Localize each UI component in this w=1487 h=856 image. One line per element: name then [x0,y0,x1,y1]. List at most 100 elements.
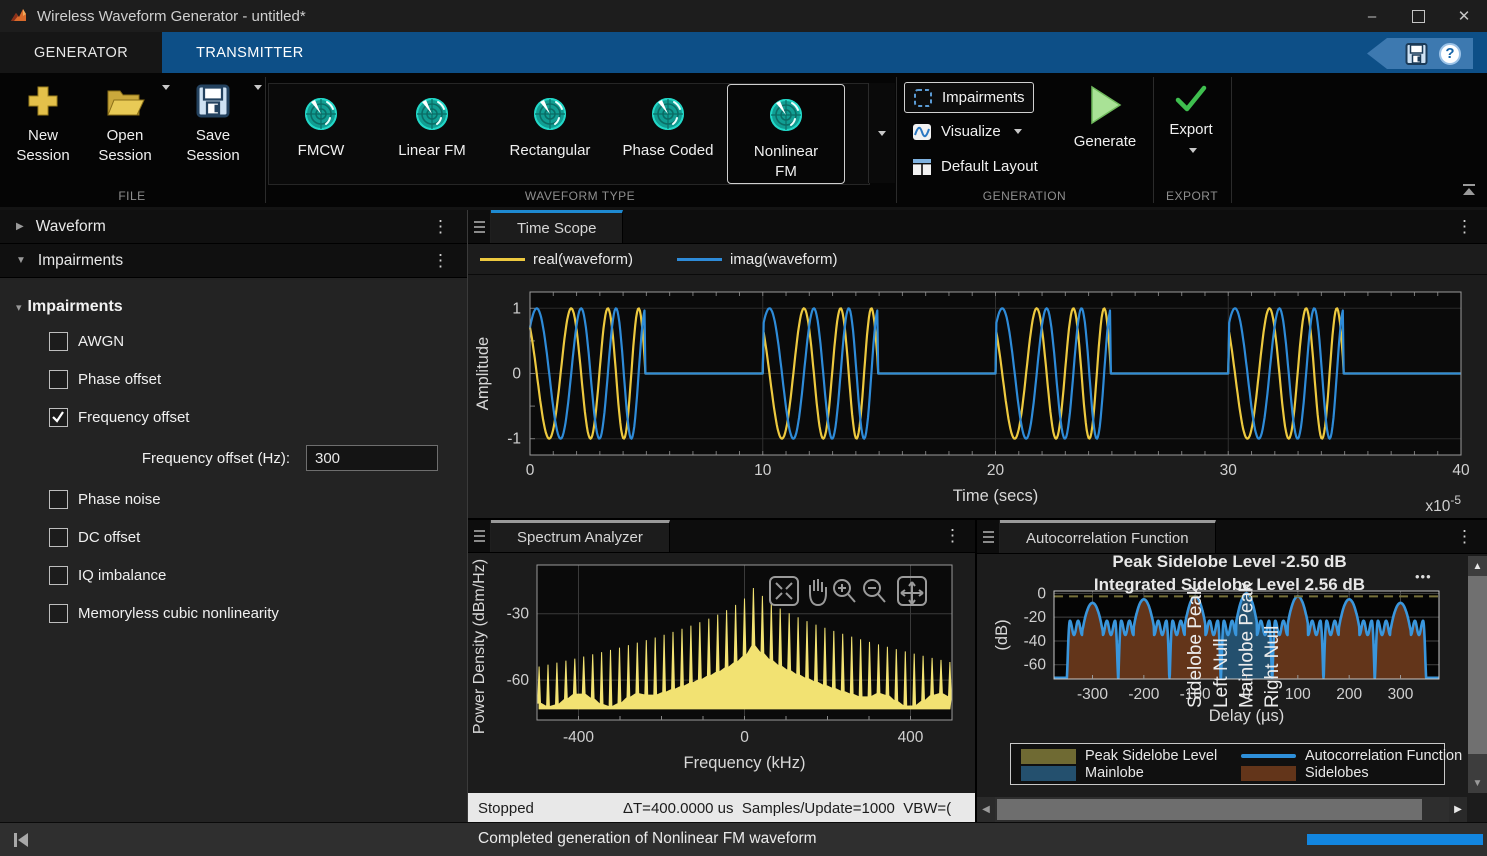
maximize-button[interactable] [1395,0,1441,32]
checkbox-awgn[interactable]: AWGN [0,322,467,360]
checkbox-phase-offset[interactable]: Phase offset [0,360,467,398]
ribbon-tab-row: GENERATOR TRANSMITTER ? [0,32,1487,73]
kebab-menu-icon[interactable]: ⋮ [1456,217,1473,237]
gallery-item-nonlinear-fm[interactable]: Nonlinear FM [727,84,845,184]
svg-text:200: 200 [1336,686,1362,703]
ellipsis-menu-icon[interactable]: ••• [1415,569,1432,584]
impairments-icon [913,88,933,108]
tab-generator[interactable]: GENERATOR [0,32,162,73]
svg-text:10: 10 [754,462,772,479]
kebab-menu-icon[interactable]: ⋮ [432,251,449,271]
export-button[interactable]: Export [1150,85,1232,155]
sidelobes-swatch [1241,766,1296,781]
export-dropdown-icon [1189,148,1197,157]
generate-button[interactable]: Generate [1062,85,1148,152]
scrollbar-thumb[interactable] [1468,576,1487,754]
checkbox-dc-offset[interactable]: DC offset [0,518,467,556]
gallery-item-phase-coded[interactable]: Phase Coded [609,84,727,184]
collapse-ribbon-button[interactable] [1461,183,1477,201]
collapse-arrow-icon: ▼ [16,255,26,266]
autocorr-legend: Peak Sidelobe Level Mainlobe Autocorrela… [1010,743,1445,785]
frequency-offset-input[interactable] [306,445,438,471]
pan-hand-icon[interactable] [810,579,826,605]
spectrum-analyzer-panel: Spectrum Analyzer ⋮ -4000400-30-60Freque… [468,520,977,824]
default-layout-button[interactable]: Default Layout [904,152,1046,181]
checkbox-icon [49,408,68,427]
vertical-scrollbar[interactable]: ▲ ▼ [1468,556,1487,793]
check-icon [1174,85,1208,113]
save-icon[interactable] [1404,42,1429,66]
section-separator [1231,77,1232,203]
checkbox-iq-imbalance[interactable]: IQ imbalance [0,556,467,594]
collapse-ribbon-icon [1461,184,1477,196]
checkbox-memoryless-cubic[interactable]: Memoryless cubic nonlinearity [0,594,467,632]
tab-transmitter[interactable]: TRANSMITTER [162,32,338,73]
quick-access-bar: ? [1367,38,1473,69]
spectrum-status-bar: Stopped ΔT=400.0000 us Samples/Update=10… [468,793,975,824]
gallery-item-fmcw[interactable]: FMCW [269,84,373,184]
checkbox-phase-noise[interactable]: Phase noise [0,480,467,518]
tab-time-scope[interactable]: Time Scope [491,210,623,243]
time-scope-panel: Time Scope ⋮ real(waveform) imag(wavefor… [468,210,1487,520]
heading-collapse-icon: ▾ [16,301,22,314]
save-session-button[interactable]: Save Session [172,83,254,167]
horizontal-scrollbar[interactable]: ◀ ▶ [977,797,1467,822]
gallery-item-rectangular[interactable]: Rectangular [491,84,609,184]
scroll-up-icon[interactable]: ▲ [1468,556,1487,576]
kebab-menu-icon[interactable]: ⋮ [1456,527,1473,547]
impairments-heading[interactable]: ▾ Impairments [16,298,467,316]
kebab-menu-icon[interactable]: ⋮ [432,217,449,237]
svg-text:-30: -30 [507,606,530,623]
zoom-in-icon[interactable] [834,580,855,602]
tab-autocorrelation[interactable]: Autocorrelation Function [1000,520,1216,553]
tab-spectrum-analyzer[interactable]: Spectrum Analyzer [491,520,670,552]
titlebar: Wireless Waveform Generator - untitled* … [0,0,1487,33]
svg-text:Mainlobe Peak: Mainlobe Peak [1237,582,1258,708]
scroll-down-icon[interactable]: ▼ [1468,773,1487,793]
zoom-out-icon[interactable] [864,580,885,602]
window-title: Wireless Waveform Generator - untitled* [37,8,306,25]
svg-text:300: 300 [1388,686,1414,703]
svg-text:Amplitude: Amplitude [474,337,492,410]
chevron-down-icon [878,131,886,140]
visualize-dropdown-icon [1014,129,1022,138]
impairments-toggle-button[interactable]: Impairments [904,82,1034,113]
svg-text:-60: -60 [1024,657,1047,674]
scroll-right-icon[interactable]: ▶ [1449,797,1467,822]
checkbox-frequency-offset[interactable]: Frequency offset [0,398,467,436]
panel-drag-handle[interactable] [468,520,491,552]
svg-text:Left Null: Left Null [1211,638,1232,708]
expand-axes-icon[interactable] [898,577,926,605]
waveform-section-header[interactable]: ▶ Waveform ⋮ [0,210,467,244]
radar-icon [532,96,568,136]
scrollbar-thumb[interactable] [997,799,1422,820]
file-section-label: FILE [0,189,264,203]
radar-icon [414,96,450,136]
maximize-icon [1412,10,1425,23]
kebab-menu-icon[interactable]: ⋮ [944,526,961,546]
frequency-offset-label: Frequency offset (Hz): [0,450,290,467]
svg-text:-300: -300 [1077,686,1108,703]
minimize-button[interactable]: – [1349,0,1395,32]
fit-view-icon[interactable] [770,577,798,605]
svg-text:30: 30 [1220,462,1238,479]
radar-icon [768,97,804,137]
help-icon[interactable]: ? [1439,43,1461,65]
checkbox-icon [49,566,68,585]
impairments-section-header[interactable]: ▼ Impairments ⋮ [0,244,467,278]
gallery-dropdown-button[interactable] [868,83,895,183]
gallery-item-linear-fm[interactable]: Linear FM [373,84,491,184]
open-session-label: Open Session [86,126,164,167]
checkbox-icon [49,332,68,351]
close-button[interactable]: ✕ [1441,0,1487,32]
folder-icon [105,83,145,119]
new-session-button[interactable]: New Session [2,83,84,167]
panel-drag-handle[interactable] [977,520,1000,553]
panel-drag-handle[interactable] [468,210,491,243]
svg-text:20: 20 [987,462,1005,479]
open-session-button[interactable]: Open Session [84,83,166,167]
visualize-button[interactable]: Visualize [904,117,1030,146]
scroll-left-icon[interactable]: ◀ [977,797,995,822]
skip-to-start-icon[interactable] [12,831,30,849]
export-section-label: EXPORT [1154,189,1230,203]
